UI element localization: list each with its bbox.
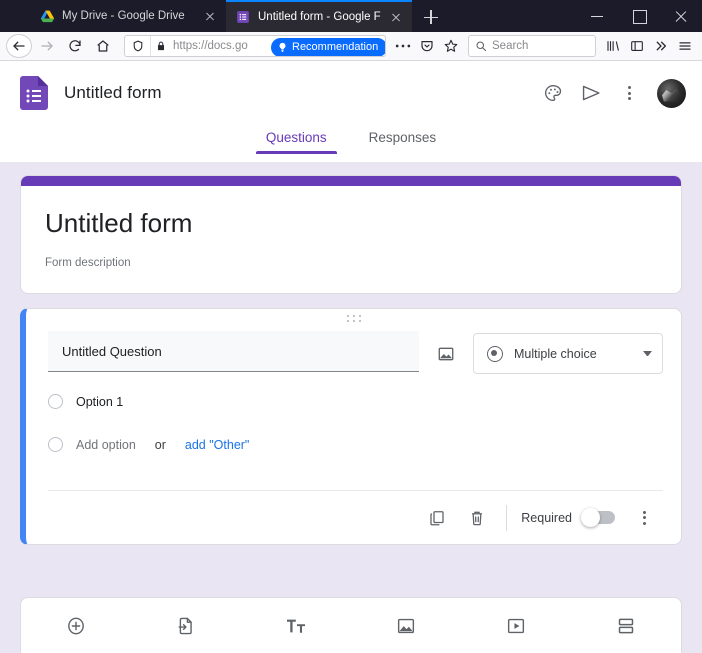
google-forms-icon	[236, 10, 251, 25]
search-placeholder: Search	[492, 40, 529, 52]
chevron-down-icon	[643, 351, 652, 357]
option-row-1[interactable]: Option 1	[48, 386, 663, 417]
add-title-description-button[interactable]	[241, 598, 351, 653]
form-canvas: Untitled form Form description Untitled …	[0, 163, 702, 653]
recommendation-label: Recommendation	[292, 41, 379, 53]
radio-button-icon	[487, 345, 503, 362]
browser-window: My Drive - Google Drive Untitled form - …	[0, 0, 702, 653]
add-option-row[interactable]: Add option or add "Other"	[48, 429, 663, 460]
theme-accent-bar	[21, 176, 681, 186]
add-other-link[interactable]: add "Other"	[185, 438, 249, 452]
home-icon[interactable]	[90, 34, 116, 58]
search-input[interactable]: Search	[468, 35, 596, 57]
bookmark-star-icon[interactable]	[440, 34, 462, 58]
add-section-icon	[611, 611, 641, 641]
duplicate-icon[interactable]	[418, 499, 456, 537]
tab-title: My Drive - Google Drive	[62, 10, 185, 22]
add-item-toolbar	[20, 597, 682, 653]
address-bar-text: https://docs.go	[173, 40, 248, 52]
radio-circle-icon	[48, 437, 63, 453]
pocket-icon[interactable]	[416, 34, 438, 58]
forward-arrow-icon[interactable]	[34, 34, 60, 58]
magnifier-icon	[476, 41, 487, 52]
tab-close-icon[interactable]	[388, 9, 404, 25]
drag-handle-icon[interactable]	[26, 315, 681, 324]
tab-responses[interactable]: Responses	[359, 125, 447, 154]
required-label: Required	[521, 510, 572, 525]
reload-icon[interactable]	[62, 34, 88, 58]
tracking-protection-icon[interactable]	[125, 36, 151, 56]
question-footer: Required	[48, 490, 663, 544]
add-section-button[interactable]	[571, 598, 681, 653]
option-label[interactable]: Option 1	[76, 395, 123, 409]
maximize-icon[interactable]	[618, 0, 660, 32]
hamburger-menu-icon[interactable]	[674, 34, 696, 58]
google-forms-logo[interactable]	[20, 76, 48, 110]
toggle-knob	[581, 508, 600, 527]
form-title-body: Untitled form Form description	[21, 186, 681, 293]
library-icon[interactable]	[602, 34, 624, 58]
back-arrow-icon[interactable]	[6, 34, 32, 58]
image-icon[interactable]	[429, 337, 463, 371]
page-content: Untitled form Questions Responses Untitl…	[0, 61, 702, 653]
add-video-button[interactable]	[461, 598, 571, 653]
import-questions-button[interactable]	[131, 598, 241, 653]
chevrons-right-icon[interactable]	[650, 34, 672, 58]
palette-icon[interactable]	[534, 74, 572, 112]
required-toggle[interactable]	[581, 508, 615, 527]
question-card-body: Untitled Question Multiple choice Option…	[26, 309, 681, 544]
send-icon[interactable]	[572, 74, 610, 112]
tab-title: Untitled form - Google Forms	[258, 11, 381, 23]
tab-close-icon[interactable]	[202, 8, 218, 24]
recommendation-badge[interactable]: Recommendation	[271, 37, 385, 56]
browser-tab-drive[interactable]: My Drive - Google Drive	[30, 0, 226, 32]
close-icon[interactable]	[660, 0, 702, 32]
address-bar[interactable]: https://docs.go Recommendation	[124, 35, 386, 57]
question-title-input[interactable]: Untitled Question	[48, 331, 419, 373]
add-question-button[interactable]	[21, 598, 131, 653]
minimize-icon[interactable]	[576, 0, 618, 32]
footer-divider	[506, 504, 508, 531]
add-option-or-label: or	[154, 437, 166, 452]
page-title[interactable]: Untitled form	[64, 83, 162, 103]
new-tab-button[interactable]	[416, 2, 446, 32]
more-vertical-icon[interactable]	[610, 74, 648, 112]
tab-label: Questions	[265, 130, 327, 145]
add-option-button[interactable]: Add option	[76, 438, 136, 452]
window-controls	[576, 0, 702, 32]
add-image-button[interactable]	[351, 598, 461, 653]
forms-tabs: Questions Responses	[0, 125, 702, 163]
google-drive-icon	[40, 9, 55, 24]
browser-tab-forms[interactable]: Untitled form - Google Forms	[226, 0, 412, 32]
form-description-input[interactable]: Form description	[45, 257, 657, 269]
add-image-icon	[391, 611, 421, 641]
question-type-label: Multiple choice	[514, 346, 597, 361]
form-title-card[interactable]: Untitled form Form description	[20, 175, 682, 295]
dots	[625, 499, 663, 537]
radio-circle-icon	[48, 394, 63, 410]
import-questions-icon	[171, 611, 201, 641]
drag-dots	[346, 315, 361, 324]
question-card[interactable]: Untitled Question Multiple choice Option…	[20, 308, 682, 546]
tab-questions[interactable]: Questions	[255, 125, 337, 154]
lightbulb-icon	[279, 42, 286, 52]
tab-label: Responses	[368, 130, 437, 145]
add-question-icon	[61, 611, 91, 641]
add-video-icon	[501, 611, 531, 641]
trash-icon[interactable]	[458, 499, 496, 537]
avatar[interactable]	[657, 78, 686, 108]
dots	[610, 74, 648, 112]
page-actions-icon[interactable]	[392, 34, 414, 58]
add-title-description-icon	[281, 611, 311, 641]
sidebar-icon[interactable]	[626, 34, 648, 58]
form-title-input[interactable]: Untitled form	[45, 208, 657, 239]
forms-app-header: Untitled form	[0, 61, 702, 125]
browser-toolbar: https://docs.go Recommendation Search	[0, 32, 702, 61]
tab-strip: My Drive - Google Drive Untitled form - …	[0, 0, 702, 32]
question-type-select[interactable]: Multiple choice	[473, 333, 663, 375]
question-more-icon[interactable]	[625, 499, 663, 537]
